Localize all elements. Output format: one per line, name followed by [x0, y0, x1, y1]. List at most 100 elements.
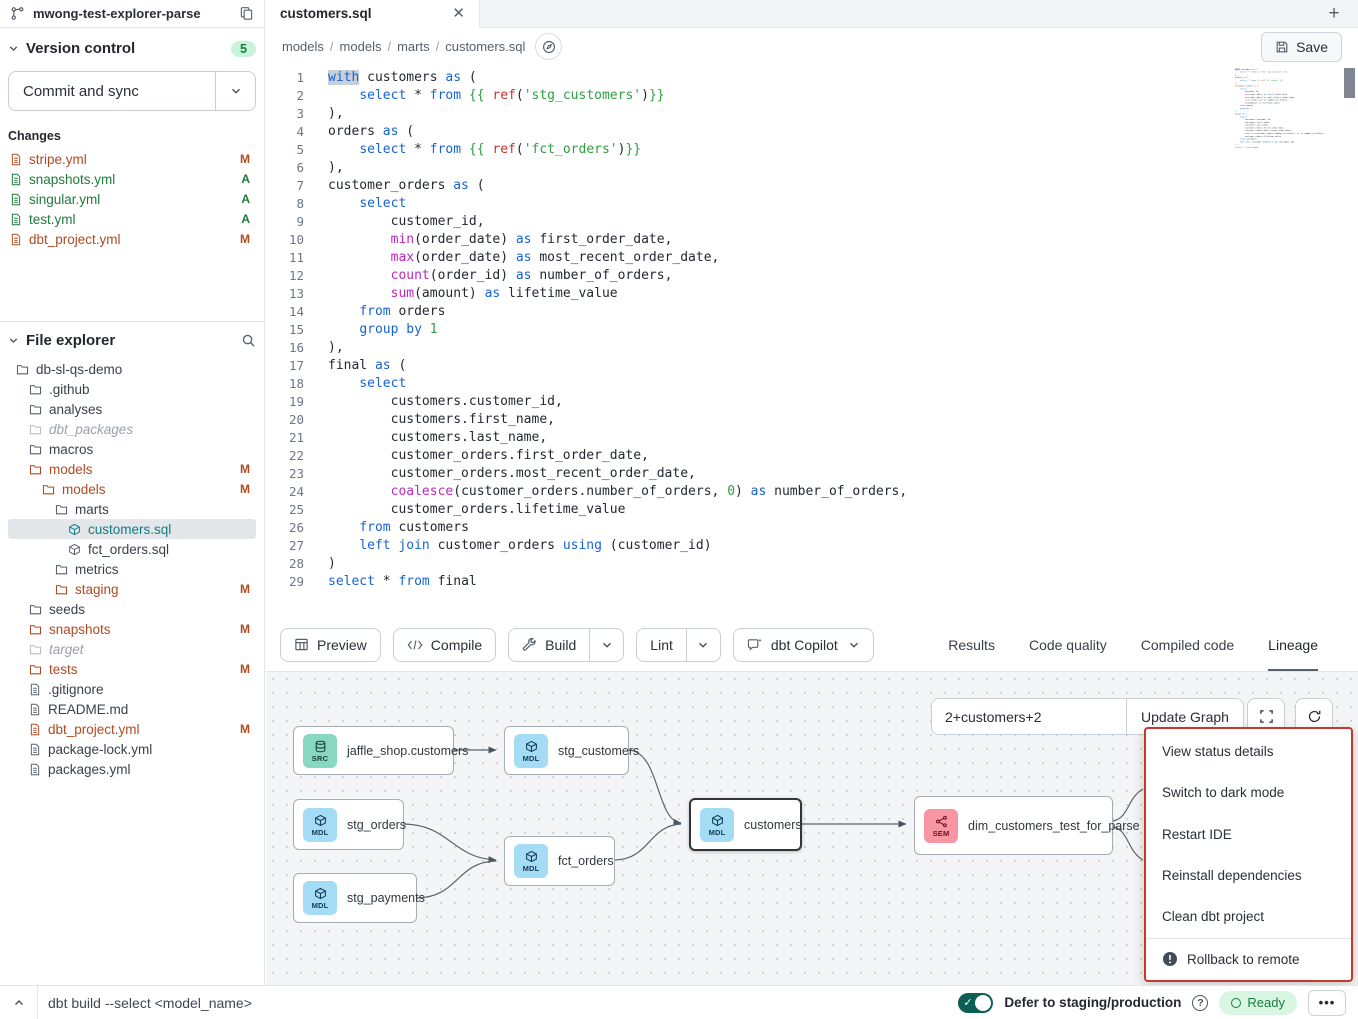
menu-item-reinstall-dependencies[interactable]: Reinstall dependencies — [1146, 855, 1351, 896]
tree-item-metrics[interactable]: metrics — [8, 559, 256, 579]
code-line[interactable]: 29select * from final — [266, 573, 1358, 591]
more-options-button[interactable]: ••• — [1308, 990, 1346, 1016]
search-icon[interactable] — [241, 333, 256, 348]
code-line[interactable]: 28) — [266, 555, 1358, 573]
lineage-node-customers[interactable]: MDLcustomers — [689, 798, 802, 851]
tree-item-readme-md[interactable]: README.md — [8, 699, 256, 719]
breadcrumb-item[interactable]: models — [340, 39, 382, 54]
defer-toggle[interactable]: ✓ — [958, 993, 993, 1013]
code-line[interactable]: 8 select — [266, 195, 1358, 213]
code-line[interactable]: 19 customers.customer_id, — [266, 393, 1358, 411]
menu-item-switch-to-dark-mode[interactable]: Switch to dark mode — [1146, 772, 1351, 813]
tree-item--github[interactable]: .github — [8, 379, 256, 399]
tree-item--gitignore[interactable]: .gitignore — [8, 679, 256, 699]
code-line[interactable]: 1with customers as ( — [266, 69, 1358, 87]
tree-item-packages-yml[interactable]: packages.yml — [8, 759, 256, 779]
tree-item-tests[interactable]: testsM — [8, 659, 256, 679]
tree-item-staging[interactable]: stagingM — [8, 579, 256, 599]
graph-selector-input[interactable] — [932, 699, 1126, 734]
result-tab-code-quality[interactable]: Code quality — [1029, 618, 1107, 671]
breadcrumb-item[interactable]: marts — [397, 39, 430, 54]
tab-customers-sql[interactable]: customers.sql ✕ — [266, 0, 480, 28]
tree-item-marts[interactable]: marts — [8, 499, 256, 519]
code-line[interactable]: 24 coalesce(customer_orders.number_of_or… — [266, 483, 1358, 501]
new-tab-button[interactable]: + — [1310, 0, 1358, 27]
lint-options-caret[interactable] — [686, 629, 720, 661]
code-line[interactable]: 12 count(order_id) as number_of_orders, — [266, 267, 1358, 285]
lineage-node-dim-customers-test-for-parse[interactable]: SEMdim_customers_test_for_parse — [914, 796, 1113, 855]
tree-item-macros[interactable]: macros — [8, 439, 256, 459]
code-line[interactable]: 21 customers.last_name, — [266, 429, 1358, 447]
code-line[interactable]: 13 sum(amount) as lifetime_value — [266, 285, 1358, 303]
tree-item-models[interactable]: modelsM — [8, 459, 256, 479]
copy-icon[interactable] — [239, 6, 254, 21]
code-line[interactable]: 2 select * from {{ ref('stg_customers')}… — [266, 87, 1358, 105]
result-tab-results[interactable]: Results — [948, 618, 995, 671]
code-line[interactable]: 5 select * from {{ ref('fct_orders')}} — [266, 141, 1358, 159]
tree-item-target[interactable]: target — [8, 639, 256, 659]
menu-item-clean-dbt-project[interactable]: Clean dbt project — [1146, 896, 1351, 937]
menu-item-rollback-to-remote[interactable]: Rollback to remote — [1146, 939, 1351, 980]
lineage-node-jaffle-shop-customers[interactable]: SRCjaffle_shop.customers — [293, 726, 454, 775]
lineage-node-stg-customers[interactable]: MDLstg_customers — [504, 726, 629, 775]
close-icon[interactable]: ✕ — [452, 6, 465, 21]
code-line[interactable]: 3), — [266, 105, 1358, 123]
code-line[interactable]: 14 from orders — [266, 303, 1358, 321]
code-line[interactable]: 10 min(order_date) as first_order_date, — [266, 231, 1358, 249]
tree-item-dbt-project-yml[interactable]: dbt_project.ymlM — [8, 719, 256, 739]
code-line[interactable]: 9 customer_id, — [266, 213, 1358, 231]
chevron-down-icon[interactable] — [8, 43, 19, 54]
result-tab-compiled-code[interactable]: Compiled code — [1141, 618, 1234, 671]
code-line[interactable]: 16), — [266, 339, 1358, 357]
lineage-node-stg-payments[interactable]: MDLstg_payments — [293, 873, 417, 923]
code-line[interactable]: 4orders as ( — [266, 123, 1358, 141]
changed-file-row[interactable]: snapshots.ymlA — [8, 169, 256, 189]
tree-item-customers-sql[interactable]: customers.sql — [8, 519, 256, 539]
menu-item-view-status-details[interactable]: View status details — [1146, 731, 1351, 772]
code-line[interactable]: 6), — [266, 159, 1358, 177]
editor-scrollbar[interactable] — [1344, 68, 1355, 98]
build-button[interactable]: Build — [509, 629, 589, 661]
code-line[interactable]: 15 group by 1 — [266, 321, 1358, 339]
lint-button[interactable]: Lint — [637, 629, 686, 661]
tree-item-snapshots[interactable]: snapshotsM — [8, 619, 256, 639]
changed-file-row[interactable]: dbt_project.ymlM — [8, 229, 256, 249]
compile-button[interactable]: Compile — [393, 628, 496, 662]
code-line[interactable]: 26 from customers — [266, 519, 1358, 537]
commit-and-sync-button[interactable]: Commit and sync — [8, 71, 256, 111]
help-icon[interactable]: ? — [1192, 995, 1208, 1011]
result-tab-lineage[interactable]: Lineage — [1268, 618, 1318, 671]
changed-file-row[interactable]: test.ymlA — [8, 209, 256, 229]
status-badge[interactable]: Ready — [1219, 991, 1297, 1015]
collapse-command-bar-button[interactable] — [0, 986, 38, 1019]
navigate-icon[interactable] — [535, 33, 562, 60]
code-line[interactable]: 17final as ( — [266, 357, 1358, 375]
tree-item-package-lock-yml[interactable]: package-lock.yml — [8, 739, 256, 759]
tree-item-dbt-packages[interactable]: dbt_packages — [8, 419, 256, 439]
code-line[interactable]: 18 select — [266, 375, 1358, 393]
code-line[interactable]: 11 max(order_date) as most_recent_order_… — [266, 249, 1358, 267]
code-editor[interactable]: 1with customers as (2 select * from {{ r… — [266, 65, 1358, 618]
breadcrumb-item[interactable]: customers.sql — [445, 39, 525, 54]
code-line[interactable]: 22 customer_orders.first_order_date, — [266, 447, 1358, 465]
changed-file-row[interactable]: singular.ymlA — [8, 189, 256, 209]
tree-item-models[interactable]: modelsM — [8, 479, 256, 499]
tree-item-analyses[interactable]: analyses — [8, 399, 256, 419]
build-options-caret[interactable] — [589, 629, 623, 661]
code-line[interactable]: 20 customers.first_name, — [266, 411, 1358, 429]
command-input[interactable] — [38, 995, 958, 1011]
changed-file-row[interactable]: stripe.ymlM — [8, 149, 256, 169]
code-line[interactable]: 25 customer_orders.lifetime_value — [266, 501, 1358, 519]
menu-item-restart-ide[interactable]: Restart IDE — [1146, 814, 1351, 855]
code-line[interactable]: 27 left join customer_orders using (cust… — [266, 537, 1358, 555]
lineage-node-stg-orders[interactable]: MDLstg_orders — [293, 799, 404, 850]
breadcrumb-item[interactable]: models — [282, 39, 324, 54]
preview-button[interactable]: Preview — [280, 628, 381, 662]
save-button[interactable]: Save — [1261, 32, 1342, 62]
code-line[interactable]: 7customer_orders as ( — [266, 177, 1358, 195]
commit-options-caret[interactable] — [215, 72, 255, 110]
code-line[interactable]: 23 customer_orders.most_recent_order_dat… — [266, 465, 1358, 483]
lineage-node-fct-orders[interactable]: MDLfct_orders — [504, 836, 615, 886]
tree-item-seeds[interactable]: seeds — [8, 599, 256, 619]
dbt-copilot-button[interactable]: dbt Copilot — [733, 628, 874, 662]
